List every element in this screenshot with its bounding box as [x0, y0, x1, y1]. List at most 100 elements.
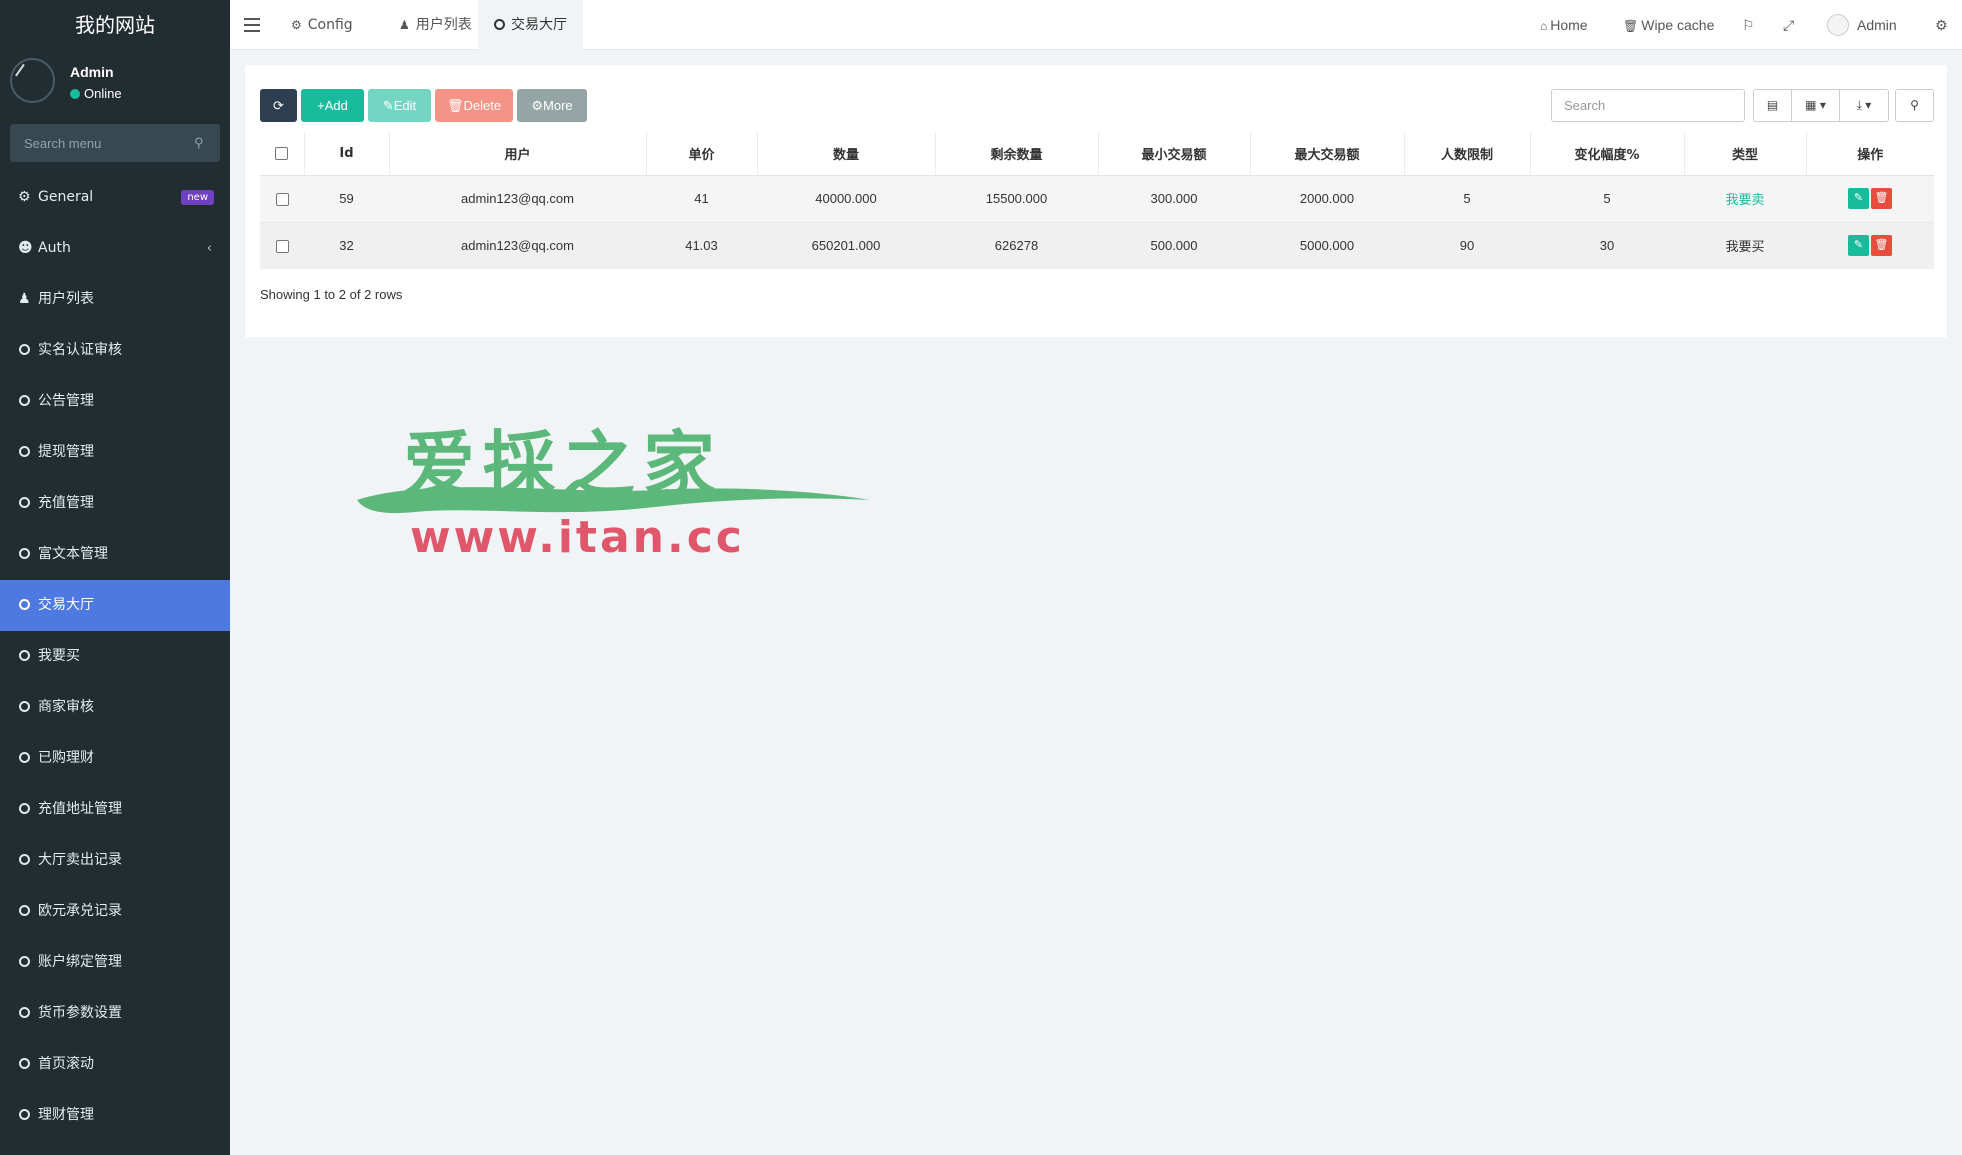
cell-price: 41.03	[646, 221, 757, 269]
cell-min-amount: 300.000	[1150, 191, 1198, 206]
add-button[interactable]: +Add	[301, 89, 364, 122]
sidebar-item-buy[interactable]: 我要买	[0, 631, 230, 682]
sidebar-item-label: 账户绑定管理	[38, 954, 122, 970]
export-button[interactable]: ⤓ ▾	[1839, 89, 1889, 122]
cell-quantity: 650201.000	[757, 221, 935, 269]
advanced-search-button[interactable]: ⚲	[1895, 89, 1934, 122]
cell-user: admin123@qq.com	[389, 221, 646, 269]
row-edit-button[interactable]: ✎	[1848, 188, 1869, 209]
sidebar-item-label: 大厅卖出记录	[38, 852, 122, 868]
column-header[interactable]: Id	[303, 132, 389, 176]
table-search-input[interactable]	[1552, 90, 1744, 121]
column-header[interactable]: 单价	[645, 132, 757, 176]
toggle-view-button[interactable]: ▤	[1753, 89, 1792, 122]
sidebar-item-recharge[interactable]: 充值管理	[0, 478, 230, 529]
sidebar-item-auth[interactable]: ☻ Auth ‹	[0, 223, 230, 274]
circle-icon	[18, 497, 30, 508]
circle-icon	[18, 803, 30, 814]
cell-actions: ✎ 🗑	[1806, 221, 1934, 269]
home-link[interactable]: ⌂ Home	[1540, 0, 1588, 50]
tab-user-list[interactable]: ♟ 用户列表	[383, 0, 488, 50]
cell-type: 我要买	[1725, 240, 1765, 256]
admin-menu[interactable]: Admin	[1827, 0, 1897, 50]
cell-remaining: 15500.000	[985, 191, 1048, 206]
sidebar-item-merchant-review[interactable]: 商家审核	[0, 682, 230, 733]
search-menu-input[interactable]	[10, 124, 220, 162]
sidebar-item-label: 用户列表	[38, 291, 94, 307]
column-header[interactable]: 数量	[756, 132, 935, 176]
column-header[interactable]: 最小交易额	[1097, 132, 1250, 176]
trash-icon: 🗑	[1874, 239, 1889, 252]
select-all-checkbox[interactable]	[275, 146, 289, 160]
tab-trading-hall[interactable]: 交易大厅	[478, 0, 583, 50]
cell-limit: 5	[1463, 191, 1471, 206]
settings-gears-icon[interactable]: ⚙	[1935, 0, 1948, 50]
cell-max-amount: 2000.000	[1299, 191, 1355, 206]
column-header[interactable]: 人数限制	[1403, 132, 1530, 176]
sidebar-item-label: 首页滚动	[38, 1056, 94, 1072]
table-row[interactable]: 59 admin123@qq.com 41 40000.000 15500.00…	[260, 175, 1934, 222]
sidebar-item-trading-hall[interactable]: 交易大厅	[0, 580, 230, 631]
more-label: More	[543, 98, 573, 113]
pencil-icon: ✎	[1853, 239, 1864, 252]
tab-config[interactable]: ⚙ Config	[275, 0, 369, 50]
sidebar-item-hall-sell-records[interactable]: 大厅卖出记录	[0, 835, 230, 886]
watermark-url: www.itan.cc	[410, 512, 745, 563]
cell-actions: ✎ 🗑	[1806, 175, 1934, 222]
sidebar-search: ⚲	[10, 124, 220, 162]
row-edit-button[interactable]: ✎	[1848, 235, 1869, 257]
row-delete-button[interactable]: 🗑	[1871, 235, 1892, 257]
refresh-button[interactable]: ⟳	[260, 89, 297, 122]
sidebar-item-finance-management[interactable]: 理财管理	[0, 1090, 230, 1141]
sidebar-item-label: 交易大厅	[38, 597, 94, 613]
row-delete-button[interactable]: 🗑	[1871, 188, 1892, 209]
gear-icon: ⚙	[291, 18, 302, 32]
sidebar-item-realname-review[interactable]: 实名认证审核	[0, 325, 230, 376]
sidebar-item-general[interactable]: ⚙ General new	[0, 172, 230, 223]
search-icon[interactable]: ⚲	[194, 135, 208, 150]
column-header[interactable]: 剩余数量	[934, 132, 1098, 176]
menu-toggle-icon[interactable]	[244, 14, 260, 34]
edit-button[interactable]: ✎Edit	[368, 89, 431, 122]
users-icon: ☻	[18, 240, 33, 256]
column-header[interactable]: 最大交易额	[1249, 132, 1404, 176]
cell-change: 30	[1530, 221, 1684, 269]
fullscreen-icon[interactable]: ⤢	[1783, 0, 1794, 50]
cell-max-amount: 5000.000	[1250, 221, 1404, 269]
delete-button[interactable]: 🗑Delete	[435, 89, 513, 122]
pencil-icon: ✎	[1853, 192, 1864, 204]
sidebar-item-currency-settings[interactable]: 货币参数设置	[0, 988, 230, 1039]
column-header[interactable]: 变化幅度%	[1529, 132, 1684, 176]
site-logo[interactable]: 我的网站	[0, 0, 230, 50]
language-icon[interactable]: ⚐	[1742, 0, 1755, 50]
column-header[interactable]: 类型	[1683, 132, 1806, 176]
chevron-left-icon[interactable]: ‹	[207, 223, 212, 274]
column-header[interactable]: 用户	[388, 132, 646, 176]
row-checkbox[interactable]	[275, 193, 289, 207]
watermark-swoosh	[357, 487, 870, 514]
circle-icon	[18, 905, 30, 916]
row-checkbox[interactable]	[275, 240, 289, 254]
wipe-cache-button[interactable]: 🗑 Wipe cache	[1623, 0, 1714, 50]
tab-label: 交易大厅	[511, 17, 567, 33]
add-label: Add	[324, 98, 348, 113]
more-button[interactable]: ⚙More	[517, 89, 587, 122]
sidebar-item-home-scroll[interactable]: 首页滚动	[0, 1039, 230, 1090]
table-row[interactable]: 32 admin123@qq.com 41.03 650201.000 6262…	[260, 221, 1934, 269]
avatar	[1827, 14, 1849, 36]
table-icon: ▤	[1766, 98, 1779, 112]
sidebar-item-withdraw[interactable]: 提现管理	[0, 427, 230, 478]
columns-button[interactable]: ▦ ▾	[1791, 89, 1840, 122]
sidebar-item-user-list[interactable]: ♟ 用户列表	[0, 274, 230, 325]
sidebar-item-recharge-address[interactable]: 充值地址管理	[0, 784, 230, 835]
circle-icon	[18, 395, 30, 406]
content-panel: ⟳ +Add ✎Edit 🗑Delete ⚙More ▤ ▦ ▾ ⤓ ▾ ⚲ I…	[245, 65, 1947, 337]
sidebar-item-notice[interactable]: 公告管理	[0, 376, 230, 427]
sidebar-item-euro-records[interactable]: 欧元承兑记录	[0, 886, 230, 937]
cell-id: 59	[339, 191, 354, 206]
sidebar-item-richtext[interactable]: 富文本管理	[0, 529, 230, 580]
sidebar-item-purchased-finance[interactable]: 已购理财	[0, 733, 230, 784]
sidebar-item-label: 提现管理	[38, 444, 94, 460]
sidebar-item-account-binding[interactable]: 账户绑定管理	[0, 937, 230, 988]
sidebar-item-label: 充值管理	[38, 495, 94, 511]
